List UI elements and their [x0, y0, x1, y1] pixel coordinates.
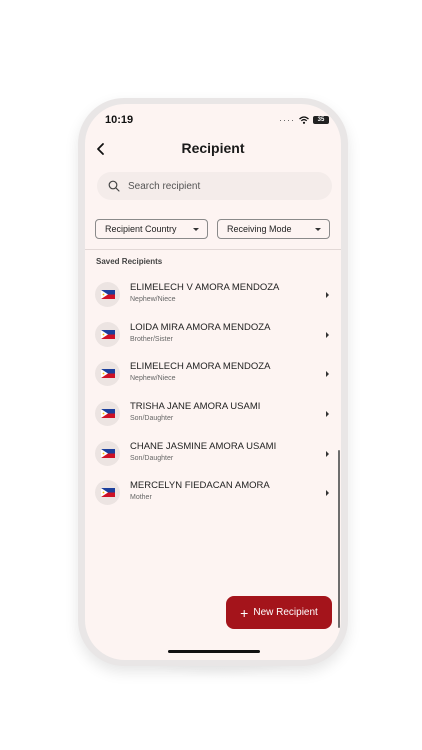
scrollbar[interactable]: [338, 450, 340, 628]
search-bar[interactable]: [97, 172, 332, 200]
recipient-row[interactable]: CHANE JASMINE AMORA USAMI Son/Daughter: [85, 433, 341, 473]
battery-icon: 35: [313, 116, 329, 124]
new-recipient-label: New Recipient: [253, 607, 318, 618]
caret-down-icon: [193, 227, 199, 231]
app-screen: 10:19 ···· 35 Recipient Recipient Countr…: [85, 104, 341, 660]
divider: [85, 249, 341, 250]
signal-icon: ····: [279, 115, 295, 125]
receiving-mode-label: Receiving Mode: [227, 224, 292, 234]
recipient-relation: Nephew/Niece: [130, 296, 176, 303]
recipient-list: ELIMELECH V AMORA MENDOZA Nephew/Niece L…: [85, 274, 341, 512]
recipient-country-select[interactable]: Recipient Country: [95, 219, 208, 239]
wifi-icon: [299, 116, 309, 124]
philippines-flag-icon: [95, 321, 120, 347]
plus-icon: +: [240, 604, 249, 621]
recipient-name: LOIDA MIRA AMORA MENDOZA: [130, 321, 271, 333]
chevron-right-icon: [326, 292, 329, 298]
philippines-flag-icon: [95, 361, 120, 387]
page-title: Recipient: [181, 140, 245, 156]
philippines-flag-icon: [95, 401, 120, 427]
chevron-right-icon: [326, 411, 329, 418]
section-title: Saved Recipients: [96, 257, 163, 266]
recipient-name: TRISHA JANE AMORA USAMI: [130, 401, 261, 413]
new-recipient-button[interactable]: + New Recipient: [226, 596, 332, 629]
caret-down-icon: [315, 227, 321, 231]
recipient-name: ELIMELECH AMORA MENDOZA: [130, 361, 271, 373]
chevron-right-icon: [326, 331, 329, 338]
recipient-row[interactable]: TRISHA JANE AMORA USAMI Son/Daughter: [85, 393, 341, 433]
philippines-flag-icon: [95, 282, 120, 307]
recipient-country-label: Recipient Country: [105, 224, 177, 234]
recipient-row[interactable]: MERCELYN FIEDACAN AMORA Mother: [85, 472, 341, 512]
status-icons: ···· 35: [279, 115, 329, 125]
recipient-name: MERCELYN FIEDACAN AMORA: [130, 480, 270, 492]
recipient-relation: Son/Daughter: [130, 454, 174, 462]
recipient-row[interactable]: LOIDA MIRA AMORA MENDOZA Brother/Sister: [85, 314, 341, 354]
recipient-relation: Nephew/Niece: [130, 375, 176, 383]
philippines-flag-icon: [95, 440, 120, 466]
recipient-relation: Brother/Sister: [130, 335, 173, 343]
recipient-name: ELIMELECH V AMORA MENDOZA: [130, 282, 280, 293]
chevron-right-icon: [326, 371, 329, 378]
philippines-flag-icon: [95, 480, 120, 506]
chevron-right-icon: [326, 490, 329, 497]
recipient-row[interactable]: ELIMELECH V AMORA MENDOZA Nephew/Niece: [85, 274, 341, 314]
recipient-name: CHANE JASMINE AMORA USAMI: [130, 440, 277, 452]
recipient-row[interactable]: ELIMELECH AMORA MENDOZA Nephew/Niece: [85, 353, 341, 393]
home-indicator[interactable]: [168, 650, 260, 653]
recipient-relation: Mother: [130, 494, 152, 502]
chevron-right-icon: [326, 450, 329, 457]
search-input[interactable]: [126, 179, 310, 193]
receiving-mode-select[interactable]: Receiving Mode: [217, 219, 330, 239]
recipient-relation: Son/Daughter: [130, 415, 174, 423]
status-time: 10:19: [105, 114, 134, 126]
search-icon: [108, 180, 120, 192]
